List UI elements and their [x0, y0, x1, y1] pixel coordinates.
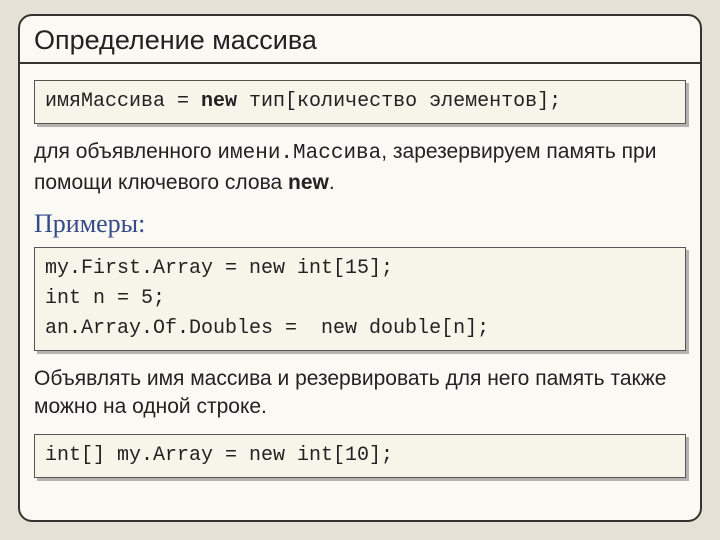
slide-body: имяМассива = new тип[количество элементо… [20, 64, 700, 477]
paragraph-2: Объявлять имя массива и резервировать дл… [34, 365, 686, 422]
para1-t1: для объявленного [34, 140, 217, 163]
code-keyword-new: new [201, 90, 237, 113]
code-oneline: int[] my.Array = new int[10]; [34, 434, 686, 478]
examples-subheading: Примеры: [34, 209, 686, 239]
code-examples: my.First.Array = new int[15]; int n = 5;… [34, 247, 686, 351]
slide-card: Определение массива имяМассива = new тип… [18, 14, 702, 522]
paragraph-1: для объявленного имени.Массива, зарезерв… [34, 138, 686, 197]
code-syntax: имяМассива = new тип[количество элементо… [34, 80, 686, 124]
slide-title: Определение массива [20, 16, 700, 64]
para1-t3: . [329, 171, 335, 194]
para1-bold: new [288, 171, 329, 194]
code-text: тип[количество элементов]; [237, 90, 561, 113]
para1-mono: имени.Массива [217, 142, 381, 165]
code-text: имяМассива = [45, 90, 201, 113]
